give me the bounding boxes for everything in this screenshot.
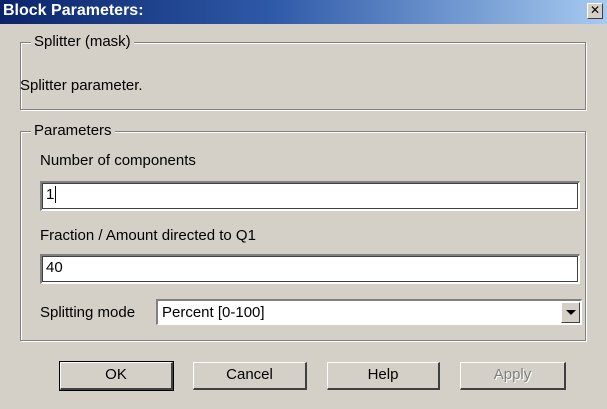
mode-label: Splitting mode: [40, 304, 136, 321]
close-icon: ✕: [589, 3, 601, 17]
components-value: 1: [46, 186, 55, 203]
ok-button[interactable]: OK: [59, 361, 174, 391]
fraction-label: Fraction / Amount directed to Q1: [40, 227, 256, 244]
window-title: Block Parameters:: [3, 2, 144, 19]
help-button[interactable]: Help: [327, 362, 440, 390]
components-input[interactable]: 1: [40, 181, 580, 211]
mask-group-label: Splitter (mask): [31, 33, 134, 51]
chevron-down-icon[interactable]: [561, 302, 580, 323]
splitting-mode-value: Percent [0-100]: [162, 304, 265, 321]
close-button[interactable]: ✕: [587, 3, 603, 19]
parameters-group-label: Parameters: [31, 122, 115, 140]
components-label: Number of components: [40, 152, 196, 169]
cancel-button[interactable]: Cancel: [193, 362, 307, 390]
mask-groupbox: Splitter (mask): [20, 33, 586, 110]
title-bar[interactable]: Block Parameters: ✕: [0, 0, 607, 24]
apply-button[interactable]: Apply: [460, 362, 566, 390]
fraction-input[interactable]: 40: [40, 254, 580, 284]
fraction-value: 40: [46, 259, 63, 276]
mask-description: Splitter parameter.: [20, 77, 143, 94]
splitting-mode-select[interactable]: Percent [0-100]: [156, 299, 582, 325]
text-caret: [55, 186, 57, 203]
